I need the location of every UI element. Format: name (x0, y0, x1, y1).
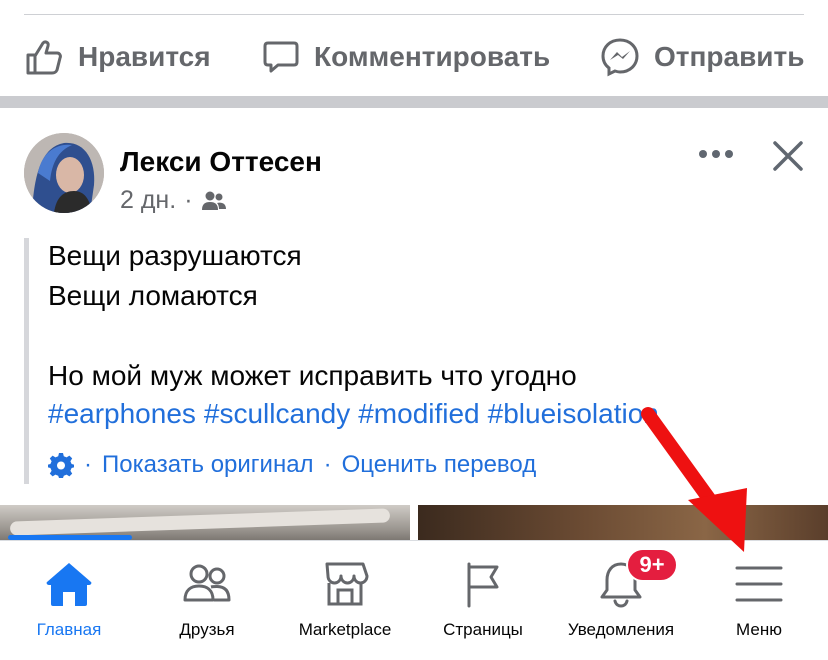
post-meta: 2 дн. · (120, 186, 227, 215)
home-icon (46, 563, 92, 606)
show-original-link[interactable]: Показать оригинал (102, 451, 314, 479)
comment-button[interactable]: Комментировать (262, 26, 550, 88)
tab-pages[interactable]: Страницы (414, 540, 552, 660)
translation-row: · Показать оригинал · Оценить перевод (48, 448, 536, 482)
meta-separator: · (184, 186, 193, 214)
tab-friends[interactable]: Друзья (138, 540, 276, 660)
hamburger-menu-icon (735, 566, 783, 602)
friends-audience-icon (201, 191, 226, 210)
tab-label: Друзья (179, 620, 235, 639)
post-actions-bar: Нравится Комментировать Отправить (0, 26, 828, 88)
hashtag-link[interactable]: #blueisolation (488, 398, 659, 429)
post-text-line (48, 316, 577, 356)
post-text-line: Вещи ломаются (48, 280, 258, 311)
top-divider (24, 14, 804, 15)
post-time[interactable]: 2 дн. (120, 186, 176, 215)
comment-bubble-icon (263, 41, 299, 73)
gear-icon[interactable] (48, 452, 74, 478)
marketplace-icon (325, 562, 369, 606)
post-author-name[interactable]: Лекси Оттесен (120, 146, 322, 178)
post-text-line: Но мой муж может исправить что угодно (48, 360, 577, 391)
dot-icon (725, 150, 733, 158)
avatar-photo (24, 133, 104, 213)
send-label: Отправить (654, 41, 805, 72)
send-button[interactable]: Отправить (600, 26, 804, 88)
tab-label: Главная (36, 620, 102, 639)
feed-separator (0, 96, 828, 108)
hashtag-link[interactable]: #scullcandy (204, 398, 350, 429)
dot-icon (712, 150, 720, 158)
close-icon[interactable] (768, 136, 808, 176)
post-photo-right[interactable] (418, 505, 828, 545)
like-label: Нравится (78, 41, 211, 72)
comment-label: Комментировать (314, 41, 551, 72)
post-text-line: Вещи разрушаются (48, 240, 302, 271)
hashtags: #earphones #scullcandy #modified #blueisola… (48, 394, 667, 434)
notification-badge: 9+ (626, 548, 678, 582)
tab-menu[interactable]: Меню (690, 540, 828, 660)
dot-separator: · (84, 451, 92, 478)
tab-label: Меню (736, 620, 782, 639)
tab-label: Страницы (443, 620, 523, 639)
tab-marketplace[interactable]: Marketplace (276, 540, 414, 660)
post-options-button[interactable] (694, 138, 738, 170)
rate-translation-link[interactable]: Оценить перевод (342, 451, 537, 479)
tab-home[interactable]: Главная (0, 540, 138, 660)
hashtag-link[interactable]: #modified (358, 398, 479, 429)
tab-label: Marketplace (298, 620, 392, 639)
pages-flag-icon (467, 562, 499, 608)
hashtag-link[interactable]: #earphones (48, 398, 196, 429)
tab-label: Уведомления (567, 620, 675, 639)
thumbs-up-icon (26, 40, 62, 75)
friends-icon (183, 564, 231, 602)
messenger-icon (601, 38, 639, 77)
dot-icon (699, 150, 707, 158)
like-button[interactable]: Нравится (24, 26, 211, 88)
translation-quote-bar (24, 238, 29, 484)
dot-separator: · (323, 451, 332, 478)
avatar[interactable] (24, 133, 104, 213)
post-text: Вещи разрушаются Вещи ломаются Но мой му… (48, 236, 577, 396)
